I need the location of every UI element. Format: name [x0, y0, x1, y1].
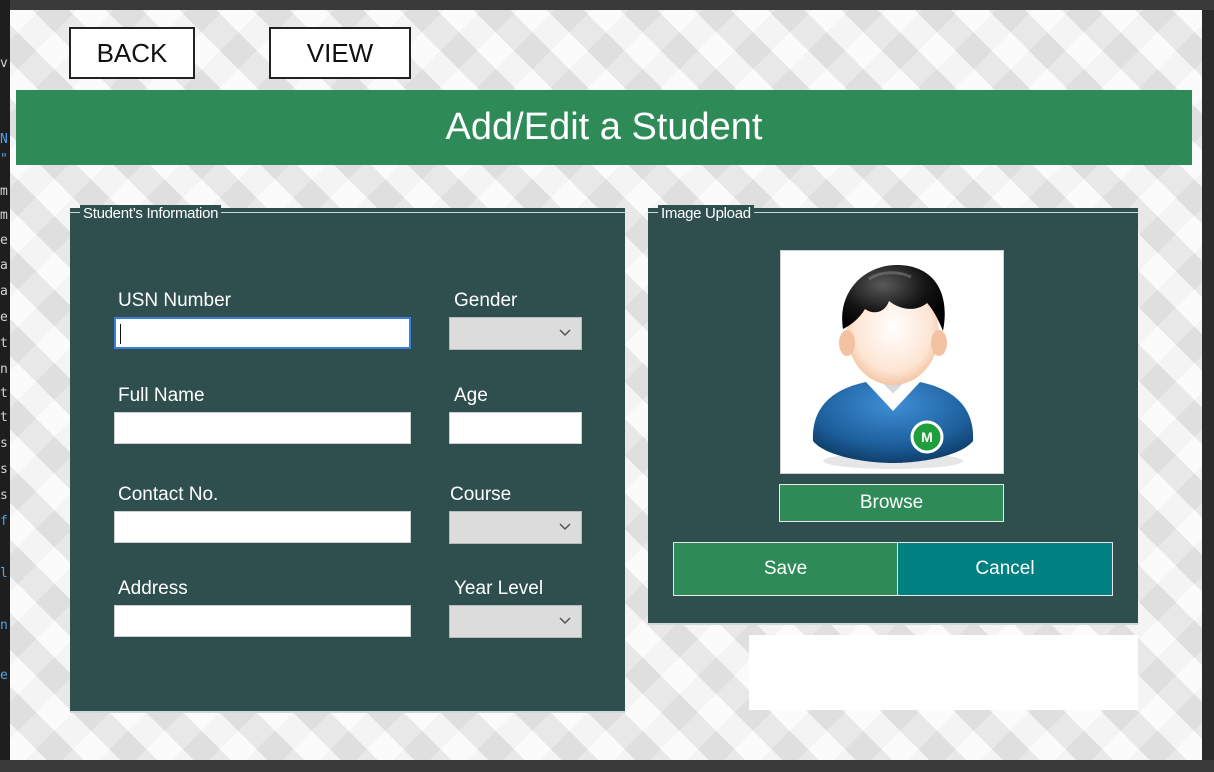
image-upload-legend: Image Upload [658, 205, 754, 222]
course-label: Course [450, 484, 512, 505]
editor-char: e [0, 668, 8, 683]
background-toolbar [10, 0, 1214, 10]
course-select[interactable] [449, 511, 582, 544]
usn-label: USN Number [118, 290, 231, 311]
editor-char: e [0, 233, 8, 248]
avatar-badge-text: M [921, 429, 933, 445]
student-information-legend: Student’s Information [80, 205, 222, 222]
editor-char: " [0, 152, 8, 167]
year-level-label: Year Level [454, 578, 544, 599]
status-panel [749, 635, 1138, 710]
chevron-down-icon [559, 523, 571, 531]
page-title: Add/Edit a Student [445, 106, 763, 148]
chevron-down-icon [559, 617, 571, 625]
back-button[interactable]: BACK [69, 27, 195, 79]
image-upload-group: Image Upload M Browse Save Cancel [648, 205, 1138, 625]
editor-char: s [0, 462, 8, 477]
editor-char: v [0, 56, 8, 71]
page-title-bar: Add/Edit a Student [16, 90, 1192, 165]
year-level-select[interactable] [449, 605, 582, 638]
text-caret [120, 324, 121, 344]
student-information-group: Student’s Information USN Number Gender … [70, 205, 625, 713]
address-input[interactable] [114, 605, 411, 637]
background-statusbar [0, 760, 1214, 772]
gender-label: Gender [454, 290, 518, 311]
editor-char: t [0, 386, 8, 401]
editor-char: a [0, 258, 8, 273]
editor-char: l [0, 566, 8, 581]
editor-char: a [0, 284, 8, 299]
student-photo: M [780, 250, 1004, 474]
address-label: Address [118, 578, 188, 599]
editor-char: f [0, 514, 8, 529]
editor-char: t [0, 410, 8, 425]
full-name-input[interactable] [114, 412, 411, 444]
browse-button[interactable]: Browse [779, 484, 1004, 522]
editor-char: t [0, 336, 8, 351]
editor-char: N [0, 132, 8, 147]
cancel-button[interactable]: Cancel [897, 542, 1113, 596]
editor-char: e [0, 310, 8, 325]
view-button[interactable]: VIEW [269, 27, 411, 79]
contact-input[interactable] [114, 511, 411, 543]
full-name-label: Full Name [118, 385, 205, 406]
chevron-down-icon [559, 329, 571, 337]
age-input[interactable] [449, 412, 582, 444]
editor-char: m [0, 208, 8, 223]
background-editor-strip: v N " m m e a a e t n t t s s s f l n e [0, 0, 10, 772]
contact-label: Contact No. [118, 484, 219, 505]
editor-char: n [0, 618, 8, 633]
student-avatar-icon: M [812, 265, 974, 469]
editor-char: s [0, 436, 8, 451]
age-label: Age [454, 385, 488, 406]
gender-select[interactable] [449, 317, 582, 350]
editor-char: n [0, 362, 8, 377]
add-edit-student-form: BACK VIEW Add/Edit a Student Student’s I… [10, 10, 1202, 760]
usn-input[interactable] [114, 317, 411, 349]
editor-char: s [0, 488, 8, 503]
save-button[interactable]: Save [673, 542, 898, 596]
editor-char: m [0, 184, 8, 199]
